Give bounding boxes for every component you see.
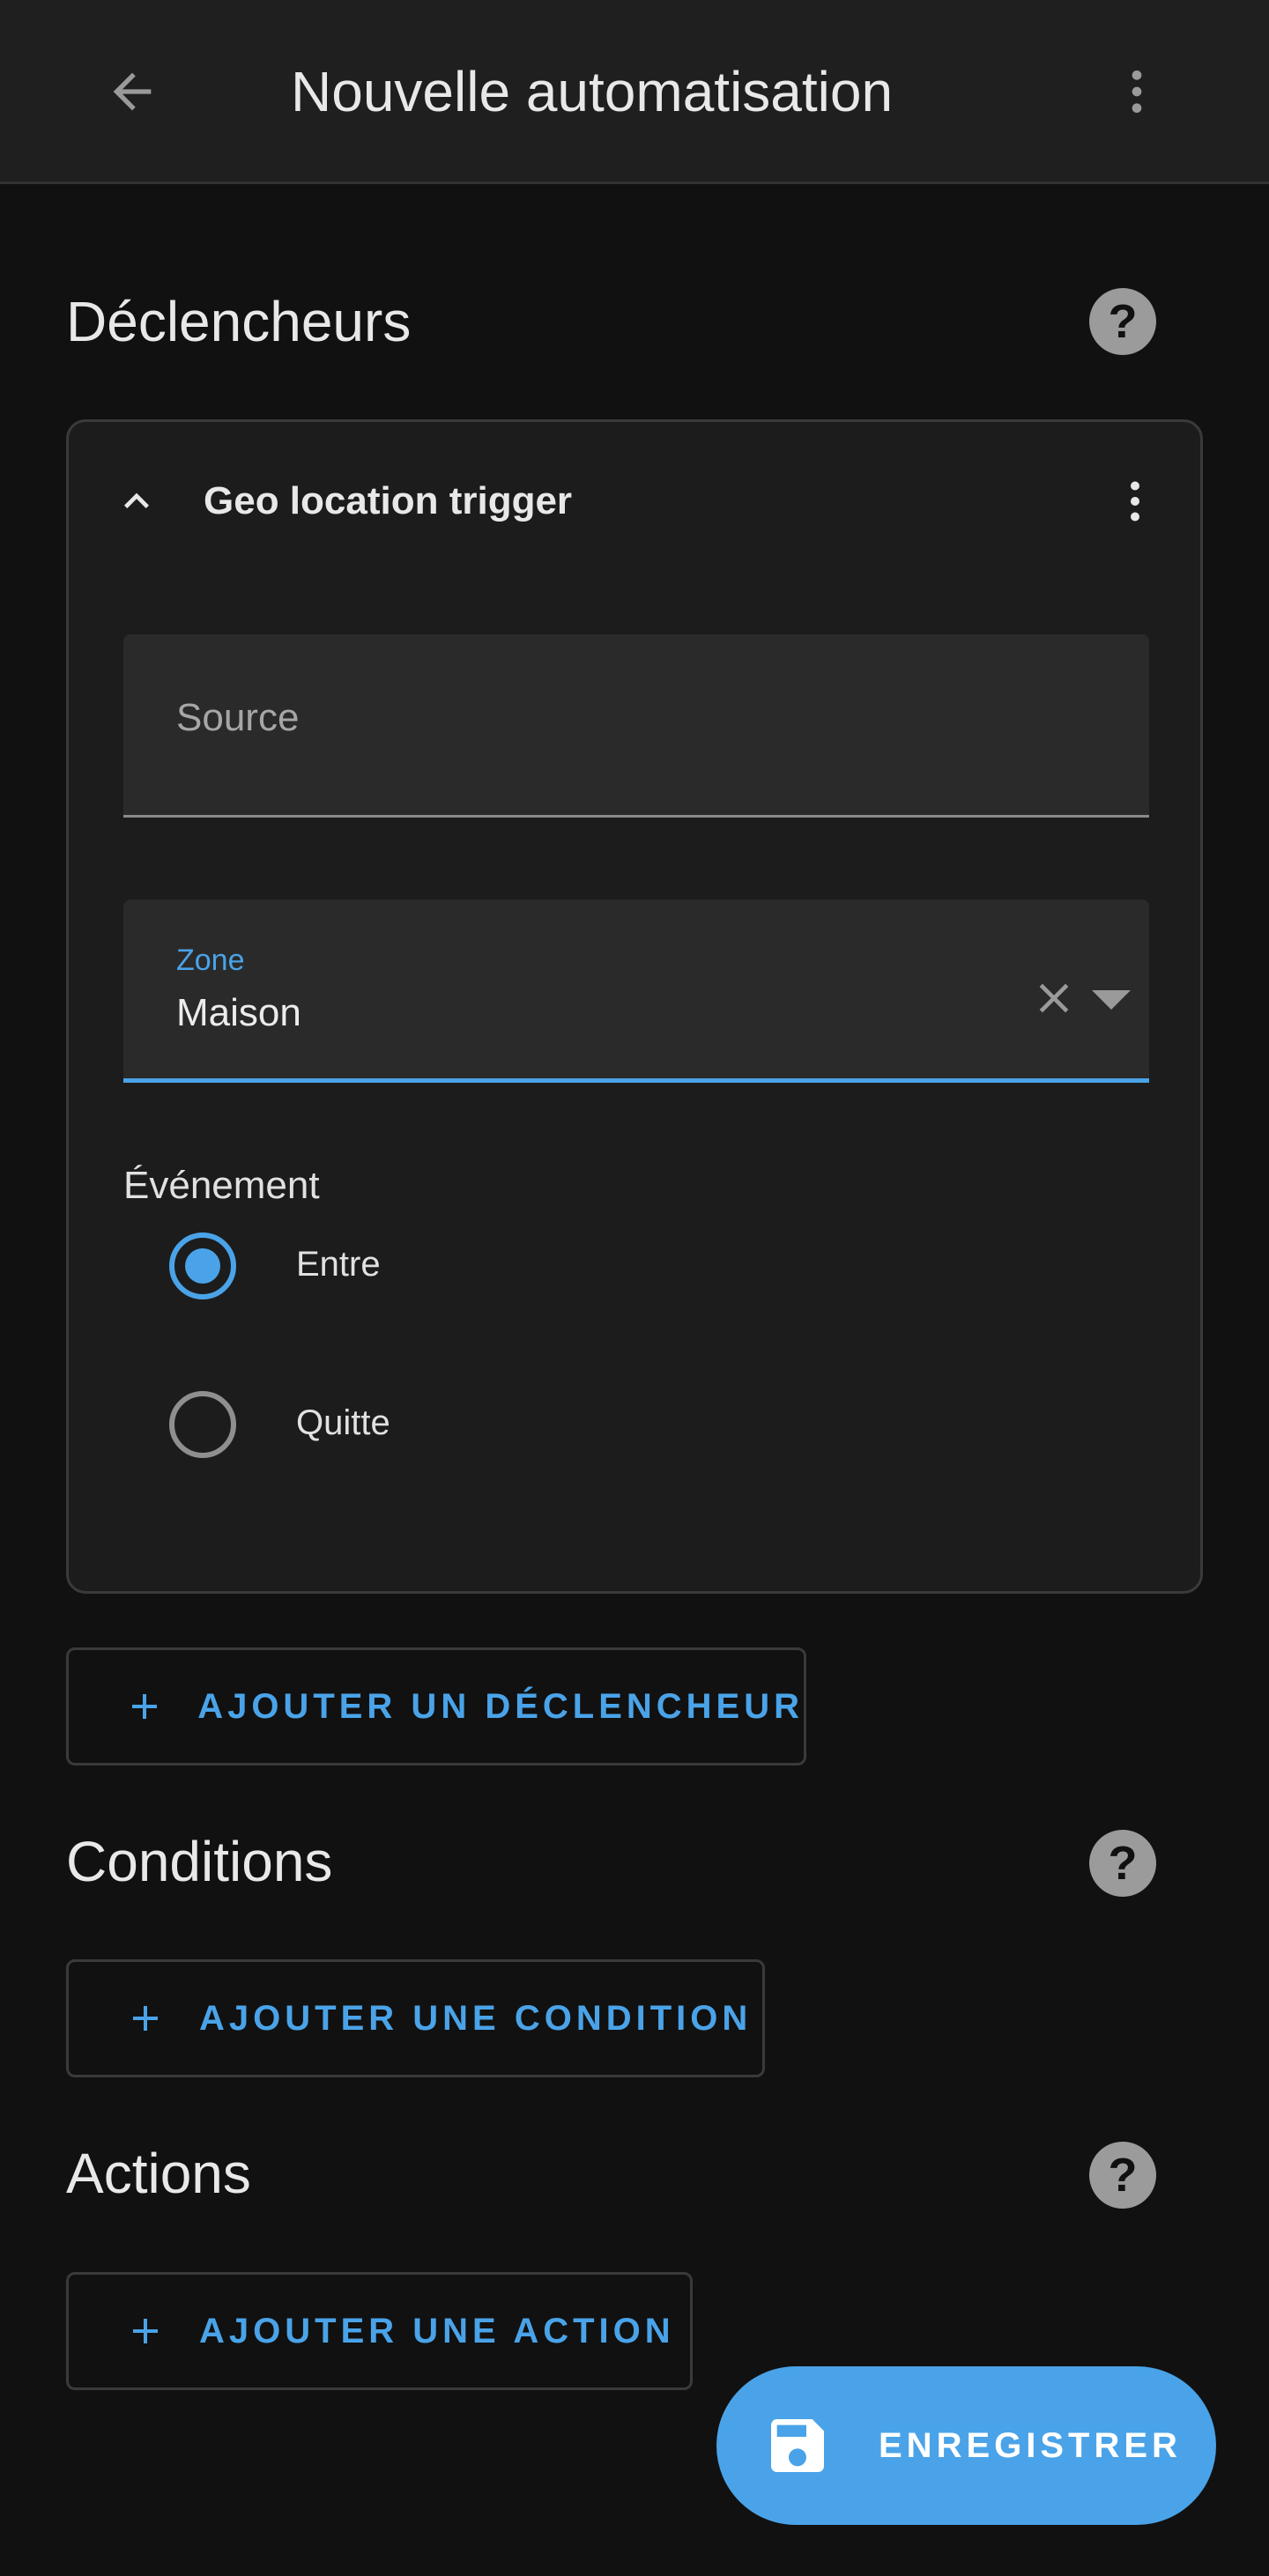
dropdown-arrow-icon[interactable] bbox=[1089, 982, 1133, 1018]
trigger-card-label: Geo location trigger bbox=[204, 479, 573, 522]
radio-option-entre[interactable]: Entre bbox=[123, 1213, 916, 1319]
overflow-menu-button[interactable] bbox=[1102, 53, 1172, 130]
page-title: Nouvelle automatisation bbox=[291, 60, 894, 123]
help-icon[interactable]: ? bbox=[1089, 1830, 1156, 1897]
add-action-button[interactable]: AJOUTER UNE ACTION bbox=[66, 2272, 693, 2390]
plus-icon bbox=[123, 1684, 166, 1728]
chevron-up-icon[interactable] bbox=[108, 473, 165, 529]
dots-vertical-icon bbox=[1132, 70, 1142, 113]
zone-label: Zone bbox=[176, 944, 245, 977]
actions-title: Actions bbox=[66, 2142, 251, 2205]
add-condition-button[interactable]: AJOUTER UNE CONDITION bbox=[66, 1959, 765, 2077]
trigger-card-header[interactable]: Geo location trigger bbox=[69, 422, 1200, 581]
clear-icon[interactable] bbox=[1028, 972, 1080, 1025]
radio-label-entre: Entre bbox=[296, 1245, 381, 1284]
source-placeholder: Source bbox=[176, 696, 300, 739]
add-action-label: AJOUTER UNE ACTION bbox=[199, 2311, 675, 2350]
arrow-left-icon bbox=[113, 72, 152, 111]
add-condition-label: AJOUTER UNE CONDITION bbox=[199, 1998, 753, 2038]
app-bar: Nouvelle automatisation bbox=[0, 0, 1269, 184]
conditions-title: Conditions bbox=[66, 1830, 333, 1893]
help-icon[interactable]: ? bbox=[1089, 288, 1156, 355]
trigger-card: Geo location trigger Source Zone Maison … bbox=[66, 419, 1203, 1594]
help-icon[interactable]: ? bbox=[1089, 2142, 1156, 2209]
trigger-menu-button[interactable] bbox=[1109, 466, 1161, 537]
back-button[interactable] bbox=[88, 53, 176, 130]
radio-label-quitte: Quitte bbox=[296, 1403, 390, 1442]
add-trigger-button[interactable]: AJOUTER UN DÉCLENCHEUR bbox=[66, 1647, 806, 1765]
save-label: ENREGISTRER bbox=[879, 2425, 1182, 2465]
source-input[interactable]: Source bbox=[123, 634, 1149, 818]
triggers-title: Déclencheurs bbox=[66, 290, 412, 353]
radio-button-unchecked[interactable] bbox=[169, 1391, 236, 1458]
add-trigger-label: AJOUTER UN DÉCLENCHEUR bbox=[197, 1686, 804, 1726]
radio-option-quitte[interactable]: Quitte bbox=[123, 1372, 916, 1477]
dots-vertical-icon bbox=[1131, 481, 1139, 522]
radio-button-checked[interactable] bbox=[169, 1232, 236, 1299]
event-label: Événement bbox=[123, 1164, 320, 1207]
zone-select[interactable]: Zone Maison bbox=[123, 899, 1149, 1083]
plus-icon bbox=[123, 1996, 167, 2040]
content-save-icon bbox=[762, 2410, 833, 2481]
zone-value: Maison bbox=[176, 991, 301, 1034]
save-button[interactable]: ENREGISTRER bbox=[716, 2366, 1216, 2525]
plus-icon bbox=[123, 2309, 167, 2353]
